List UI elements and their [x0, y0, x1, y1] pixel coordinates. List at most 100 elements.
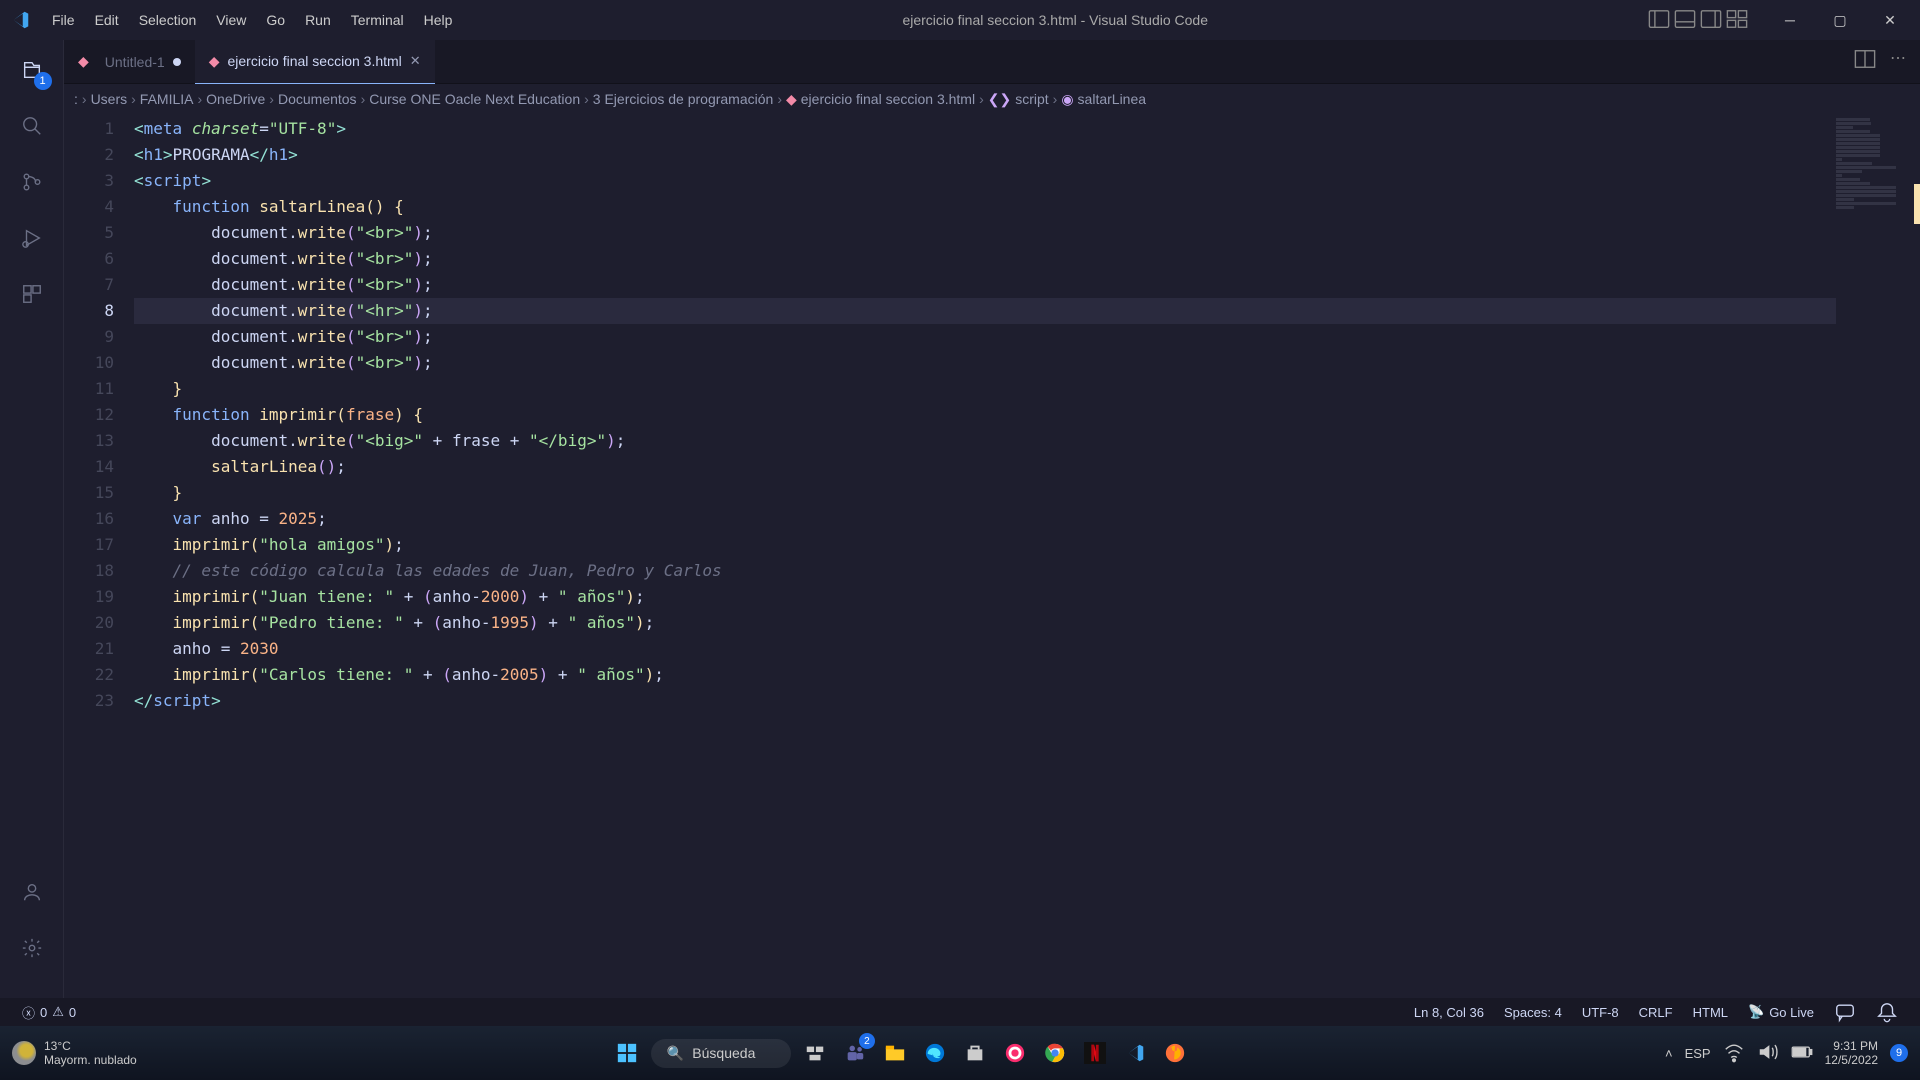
- menu-go[interactable]: Go: [256, 12, 295, 28]
- wifi-icon[interactable]: [1723, 1041, 1745, 1066]
- code-line[interactable]: imprimir("Pedro tiene: " + (anho-1995) +…: [134, 610, 1920, 636]
- breadcrumb-item[interactable]: :: [74, 91, 78, 107]
- breadcrumb[interactable]: :›Users›FAMILIA›OneDrive›Documentos›Curs…: [64, 84, 1920, 114]
- explorer-icon[interactable]: 1: [14, 52, 50, 88]
- notification-count[interactable]: 9: [1890, 1044, 1908, 1062]
- status-language[interactable]: HTML: [1683, 1005, 1738, 1020]
- function-icon: ◉: [1061, 91, 1073, 108]
- breadcrumb-item[interactable]: ◆ejercicio final seccion 3.html: [786, 91, 975, 108]
- source-control-icon[interactable]: [14, 164, 50, 200]
- code-block-icon: ❮❯: [988, 91, 1011, 108]
- activity-bar: 1: [0, 40, 64, 998]
- code-line[interactable]: anho = 2030: [134, 636, 1920, 662]
- tab[interactable]: ◆Untitled-1: [64, 40, 195, 84]
- breadcrumb-item[interactable]: Users: [91, 91, 128, 107]
- code-line[interactable]: document.write("<br>");: [134, 220, 1920, 246]
- close-tab-icon[interactable]: ✕: [410, 53, 421, 69]
- code-line[interactable]: // este código calcula las edades de Jua…: [134, 558, 1920, 584]
- breadcrumb-item[interactable]: FAMILIA: [140, 91, 194, 107]
- code-line[interactable]: }: [134, 376, 1920, 402]
- code-line[interactable]: <script>: [134, 168, 1920, 194]
- run-debug-icon[interactable]: [14, 220, 50, 256]
- code-editor[interactable]: <meta charset="UTF-8"><h1>PROGRAMA</h1><…: [134, 114, 1920, 998]
- code-line[interactable]: saltarLinea();: [134, 454, 1920, 480]
- code-line[interactable]: document.write("<br>");: [134, 272, 1920, 298]
- more-actions-icon[interactable]: ⋯: [1890, 48, 1906, 75]
- teams-icon[interactable]: 2: [839, 1037, 871, 1069]
- task-view-icon[interactable]: [799, 1037, 831, 1069]
- menu-file[interactable]: File: [42, 12, 85, 28]
- weather-icon: [12, 1041, 36, 1065]
- breadcrumb-item[interactable]: OneDrive: [206, 91, 265, 107]
- code-line[interactable]: imprimir("hola amigos");: [134, 532, 1920, 558]
- split-editor-icon[interactable]: [1854, 48, 1876, 75]
- chrome-icon[interactable]: [1039, 1037, 1071, 1069]
- code-line[interactable]: document.write("<hr>");: [134, 298, 1920, 324]
- code-line[interactable]: <h1>PROGRAMA</h1>: [134, 142, 1920, 168]
- breadcrumb-item[interactable]: Curse ONE Oacle Next Education: [369, 91, 580, 107]
- breadcrumb-item[interactable]: Documentos: [278, 91, 357, 107]
- tray-chevron-up-icon[interactable]: ˄: [1665, 1046, 1673, 1061]
- account-icon[interactable]: [14, 874, 50, 910]
- code-line[interactable]: document.write("<br>");: [134, 246, 1920, 272]
- menu-help[interactable]: Help: [414, 12, 463, 28]
- menu-selection[interactable]: Selection: [129, 12, 207, 28]
- settings-gear-icon[interactable]: [14, 930, 50, 966]
- taskbar-search[interactable]: 🔍 Búsqueda: [651, 1039, 791, 1068]
- taskbar-clock[interactable]: 9:31 PM 12/5/2022: [1825, 1039, 1878, 1067]
- breadcrumb-item[interactable]: ◉saltarLinea: [1061, 91, 1146, 108]
- status-cursor-position[interactable]: Ln 8, Col 36: [1404, 1005, 1494, 1020]
- vscode-taskbar-icon[interactable]: [1119, 1037, 1151, 1069]
- menu-terminal[interactable]: Terminal: [341, 12, 414, 28]
- code-line[interactable]: document.write("<big>" + frase + "</big>…: [134, 428, 1920, 454]
- maximize-button[interactable]: ▢: [1818, 5, 1862, 35]
- code-line[interactable]: </script>: [134, 688, 1920, 714]
- menu-edit[interactable]: Edit: [85, 12, 129, 28]
- code-line[interactable]: <meta charset="UTF-8">: [134, 116, 1920, 142]
- panel-bottom-icon[interactable]: [1674, 8, 1696, 33]
- status-bell-icon[interactable]: [1866, 1001, 1908, 1023]
- status-indentation[interactable]: Spaces: 4: [1494, 1005, 1572, 1020]
- store-icon[interactable]: [959, 1037, 991, 1069]
- overview-ruler[interactable]: [1906, 114, 1920, 998]
- panel-left-icon[interactable]: [1648, 8, 1670, 33]
- status-feedback-icon[interactable]: [1824, 1001, 1866, 1023]
- netflix-icon[interactable]: [1079, 1037, 1111, 1069]
- code-line[interactable]: function saltarLinea() {: [134, 194, 1920, 220]
- panel-right-icon[interactable]: [1700, 8, 1722, 33]
- menu-view[interactable]: View: [206, 12, 256, 28]
- edge-icon[interactable]: [919, 1037, 951, 1069]
- status-encoding[interactable]: UTF-8: [1572, 1005, 1629, 1020]
- battery-icon[interactable]: [1791, 1041, 1813, 1066]
- code-line[interactable]: var anho = 2025;: [134, 506, 1920, 532]
- status-eol[interactable]: CRLF: [1629, 1005, 1683, 1020]
- firefox-icon[interactable]: [1159, 1037, 1191, 1069]
- file-explorer-icon[interactable]: [879, 1037, 911, 1069]
- code-line[interactable]: }: [134, 480, 1920, 506]
- code-line[interactable]: function imprimir(frase) {: [134, 402, 1920, 428]
- search-icon[interactable]: [14, 108, 50, 144]
- menu-run[interactable]: Run: [295, 12, 341, 28]
- breadcrumb-item[interactable]: ❮❯script: [988, 91, 1049, 108]
- html-file-icon: ◆: [209, 53, 220, 70]
- code-line[interactable]: document.write("<br>");: [134, 350, 1920, 376]
- close-button[interactable]: ✕: [1868, 5, 1912, 35]
- line-gutter: 1234567891011121314151617181920212223: [64, 114, 134, 998]
- taskbar-weather[interactable]: 13°C Mayorm. nublado: [12, 1039, 137, 1067]
- status-problems[interactable]: ⓧ0 ⚠0: [12, 1003, 86, 1022]
- breadcrumb-item[interactable]: 3 Ejercicios de programación: [593, 91, 774, 107]
- code-line[interactable]: imprimir("Juan tiene: " + (anho-2000) + …: [134, 584, 1920, 610]
- code-line[interactable]: document.write("<br>");: [134, 324, 1920, 350]
- music-app-icon[interactable]: [999, 1037, 1031, 1069]
- status-go-live[interactable]: 📡Go Live: [1738, 1004, 1824, 1020]
- tray-language[interactable]: ESP: [1685, 1046, 1711, 1061]
- layout-grid-icon[interactable]: [1726, 8, 1748, 33]
- volume-icon[interactable]: [1757, 1041, 1779, 1066]
- tab[interactable]: ◆ ejercicio final seccion 3.html ✕: [195, 40, 435, 84]
- code-line[interactable]: imprimir("Carlos tiene: " + (anho-2005) …: [134, 662, 1920, 688]
- minimap[interactable]: [1836, 114, 1906, 998]
- extensions-icon[interactable]: [14, 276, 50, 312]
- tab-label: ejercicio final seccion 3.html: [227, 53, 401, 69]
- start-button[interactable]: [611, 1037, 643, 1069]
- minimize-button[interactable]: ─: [1768, 5, 1812, 35]
